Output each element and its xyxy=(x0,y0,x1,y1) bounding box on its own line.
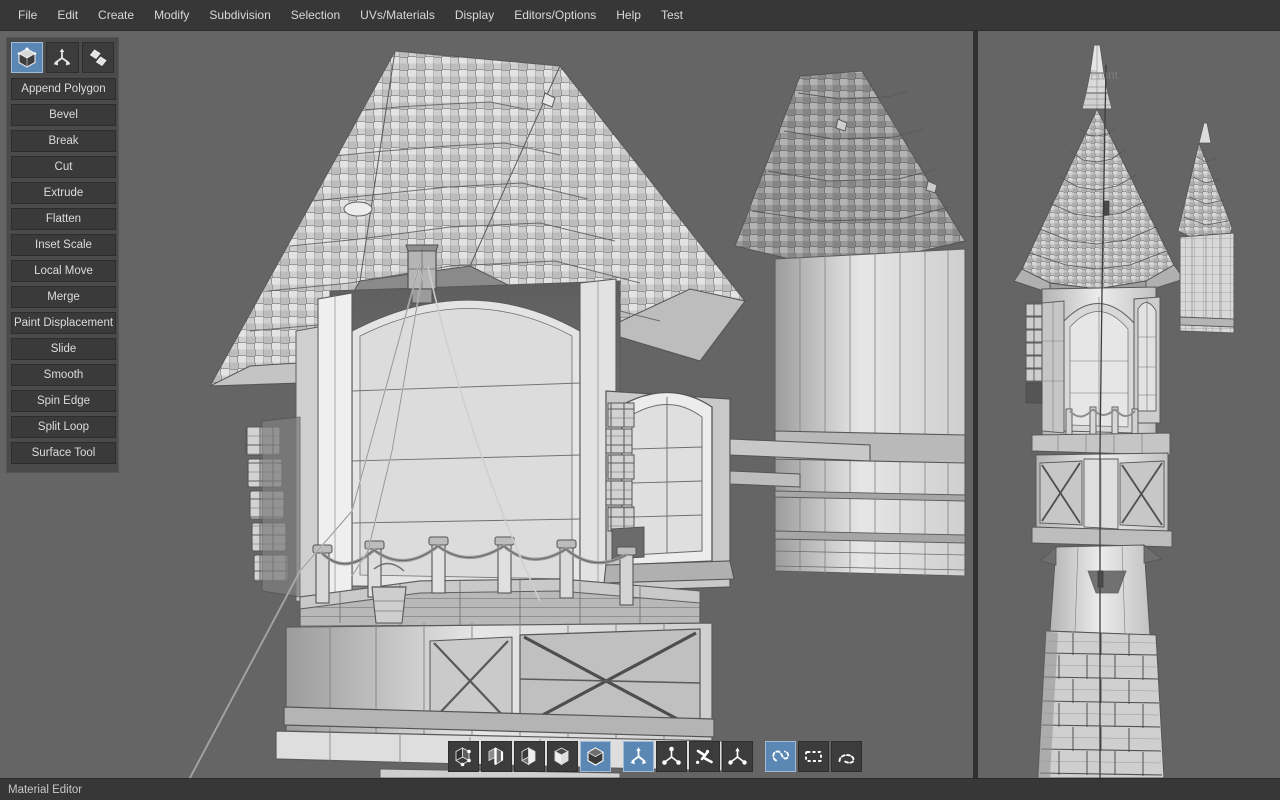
element-select-icon[interactable] xyxy=(547,741,578,772)
cube-vertex-glyph xyxy=(16,47,38,69)
tool-inset-scale[interactable]: Inset Scale xyxy=(11,234,116,256)
menu-item-create[interactable]: Create xyxy=(88,4,144,26)
object-select-glyph xyxy=(585,746,606,767)
menu-item-display[interactable]: Display xyxy=(445,4,504,26)
tool-paint-displacement[interactable]: Paint Displacement xyxy=(11,312,116,334)
menu-item-edit[interactable]: Edit xyxy=(47,4,88,26)
object-select-icon[interactable] xyxy=(580,741,611,772)
polygon-diamond-glyph xyxy=(87,47,109,69)
menu-item-selection[interactable]: Selection xyxy=(281,4,350,26)
vertex-select-glyph xyxy=(453,746,474,767)
tool-slide[interactable]: Slide xyxy=(11,338,116,360)
rotate-gizmo-glyph xyxy=(694,746,715,767)
bottom-toolbar xyxy=(448,741,862,772)
menu-item-test[interactable]: Test xyxy=(651,4,693,26)
tool-extrude[interactable]: Extrude xyxy=(11,182,116,204)
move-gizmo-glyph xyxy=(628,746,649,767)
menu-bar: File Edit Create Modify Subdivision Sele… xyxy=(0,0,1280,31)
tool-append-polygon[interactable]: Append Polygon xyxy=(11,78,116,100)
vertex-mode-icon[interactable] xyxy=(11,42,43,73)
edge-select-glyph xyxy=(486,746,507,767)
mode-button-row xyxy=(11,42,114,73)
tool-merge[interactable]: Merge xyxy=(11,286,116,308)
rectangle-select-glyph xyxy=(803,746,824,767)
tool-bevel[interactable]: Bevel xyxy=(11,104,116,126)
menu-item-file[interactable]: File xyxy=(8,4,47,26)
paint-select-icon[interactable] xyxy=(831,741,862,772)
menu-item-modify[interactable]: Modify xyxy=(144,4,199,26)
tool-surface-tool[interactable]: Surface Tool xyxy=(11,442,116,464)
polygon-mode-icon[interactable] xyxy=(82,42,114,73)
wizard-tower-model-front: Front xyxy=(978,31,1280,778)
viewport-front[interactable]: Front xyxy=(978,31,1280,778)
rotate-tool-icon[interactable] xyxy=(689,741,720,772)
tool-split-loop[interactable]: Split Loop xyxy=(11,416,116,438)
menu-item-uvs-materials[interactable]: UVs/Materials xyxy=(350,4,445,26)
component-mode-group xyxy=(448,741,611,772)
face-select-icon[interactable] xyxy=(514,741,545,772)
tool-smooth[interactable]: Smooth xyxy=(11,364,116,386)
axis-gizmo-glyph xyxy=(51,47,73,69)
element-select-glyph xyxy=(552,746,573,767)
scale-gizmo-glyph xyxy=(661,746,682,767)
rectangle-select-icon[interactable] xyxy=(798,741,829,772)
edge-select-icon[interactable] xyxy=(481,741,512,772)
tool-local-move[interactable]: Local Move xyxy=(11,260,116,282)
tool-panel: Append Polygon Bevel Break Cut Extrude F… xyxy=(6,37,119,473)
scale-tool-icon[interactable] xyxy=(656,741,687,772)
tool-break[interactable]: Break xyxy=(11,130,116,152)
menu-item-help[interactable]: Help xyxy=(606,4,651,26)
viewport-front-label: Front xyxy=(1090,68,1119,82)
wizard-tower-model-perspective xyxy=(0,31,973,778)
tool-cut[interactable]: Cut xyxy=(11,156,116,178)
lasso-select-glyph xyxy=(770,746,791,767)
status-text: Material Editor xyxy=(8,784,82,796)
paint-select-glyph xyxy=(836,746,857,767)
viewport-perspective[interactable] xyxy=(0,31,973,778)
workspace: Front xyxy=(0,31,1280,778)
transform-tool-group xyxy=(623,741,753,772)
vertex-select-icon[interactable] xyxy=(448,741,479,772)
lasso-select-icon[interactable] xyxy=(765,741,796,772)
move-gizmo-icon[interactable] xyxy=(46,42,78,73)
selection-tool-group xyxy=(765,741,862,772)
face-select-glyph xyxy=(519,746,540,767)
universal-gizmo-glyph xyxy=(727,746,748,767)
universal-tool-icon[interactable] xyxy=(722,741,753,772)
tool-spin-edge[interactable]: Spin Edge xyxy=(11,390,116,412)
tool-flatten[interactable]: Flatten xyxy=(11,208,116,230)
menu-item-subdivision[interactable]: Subdivision xyxy=(199,4,280,26)
status-bar: Material Editor xyxy=(0,778,1280,800)
menu-item-editors-options[interactable]: Editors/Options xyxy=(504,4,606,26)
move-tool-icon[interactable] xyxy=(623,741,654,772)
